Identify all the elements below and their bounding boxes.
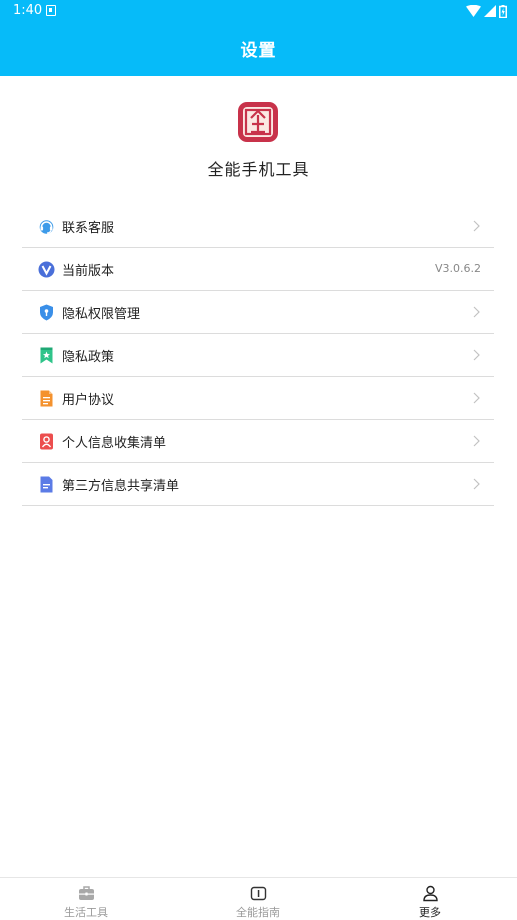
menu-item-label: 当前版本 [62, 264, 115, 279]
menu-item-label: 用户协议 [62, 393, 115, 408]
status-icons [466, 4, 507, 18]
v-logo-icon [38, 261, 55, 278]
signal-icon [484, 5, 496, 17]
shield-icon [40, 304, 53, 321]
menu-item-third-party-sharing-list[interactable]: 第三方信息共享清单 [22, 463, 494, 506]
tab-label: 更多 [419, 906, 441, 919]
battery-icon [499, 4, 507, 18]
tab-label: 生活工具 [64, 906, 108, 919]
chevron-right-icon [473, 392, 480, 404]
person-icon [423, 885, 438, 902]
menu-item-contact-support[interactable]: 联系客服 [22, 205, 494, 248]
status-time: 1:40 [13, 3, 43, 18]
headset-icon [39, 220, 54, 234]
chevron-right-icon [473, 306, 480, 318]
guide-icon [250, 886, 267, 901]
app-bar: 设置 [0, 24, 517, 76]
bookmark-icon [40, 347, 53, 364]
page-title: 设置 [240, 41, 277, 61]
chevron-right-icon [473, 435, 480, 447]
tab-life-tools[interactable]: 生活工具 [0, 878, 172, 920]
menu-item-user-agreement[interactable]: 用户协议 [22, 377, 494, 420]
tab-more[interactable]: 更多 [344, 878, 516, 920]
tab-all-guide[interactable]: 全能指南 [172, 878, 344, 920]
app-logo-icon [238, 102, 278, 142]
document-icon [40, 390, 53, 407]
chevron-right-icon [473, 478, 480, 490]
app-name: 全能手机工具 [207, 160, 310, 179]
menu-item-label: 个人信息收集清单 [62, 436, 167, 451]
briefcase-icon [79, 886, 94, 900]
file-icon [40, 476, 53, 493]
menu-item-label: 联系客服 [62, 221, 115, 236]
chevron-right-icon [473, 349, 480, 361]
status-bar: 1:40 [0, 0, 517, 24]
chevron-right-icon [473, 220, 480, 232]
bottom-navigation: 生活工具 全能指南 更多 [0, 877, 517, 920]
version-value: V3.0.6.2 [434, 262, 481, 275]
tab-label: 全能指南 [236, 906, 280, 919]
wifi-icon [466, 5, 481, 17]
notification-icon [46, 5, 56, 16]
menu-item-privacy-policy[interactable]: 隐私政策 [22, 334, 494, 377]
menu-item-personal-info-list[interactable]: 个人信息收集清单 [22, 420, 494, 463]
menu-item-current-version[interactable]: 当前版本 V3.0.6.2 [22, 248, 494, 291]
person-card-icon [40, 433, 53, 450]
menu-item-label: 隐私政策 [62, 350, 115, 365]
menu-item-privacy-permissions[interactable]: 隐私权限管理 [22, 291, 494, 334]
settings-list: 联系客服 当前版本 V3.0.6.2 隐私权限管理 隐私政策 用户协议 个人信息… [22, 205, 494, 506]
menu-item-label: 隐私权限管理 [62, 307, 141, 322]
menu-item-label: 第三方信息共享清单 [62, 479, 180, 494]
